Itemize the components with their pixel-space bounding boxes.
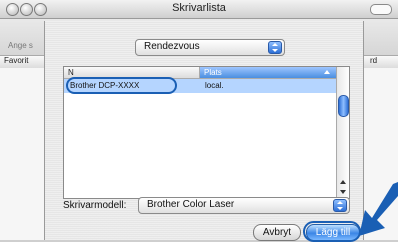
add-printer-sheet: Rendezvous N Plats Brother DCP-XXXX loca… xyxy=(44,21,364,242)
popup-arrows-icon xyxy=(268,41,282,54)
scroll-down-icon[interactable] xyxy=(340,190,346,194)
browser-type-popup[interactable]: Rendezvous xyxy=(135,39,285,56)
column-header-favorite[interactable]: Favorit xyxy=(4,56,28,65)
printer-table: N Plats Brother DCP-XXXX local. xyxy=(63,66,350,199)
scrollbar-thumb[interactable] xyxy=(338,95,349,117)
printer-model-label: Skrivarmodell: xyxy=(63,200,127,211)
column-header-location-label: Plats xyxy=(204,68,222,77)
printer-location-cell: local. xyxy=(205,81,224,90)
column-header-location[interactable]: Plats xyxy=(200,67,336,78)
column-header-kind[interactable]: rd xyxy=(370,56,377,65)
printer-model-value: Brother Color Laser xyxy=(147,199,235,210)
sort-ascending-icon xyxy=(324,70,330,74)
popup-arrows-icon xyxy=(333,199,347,212)
window-title: Skrivarlista xyxy=(172,2,226,14)
toolbar-label: Ange s xyxy=(8,41,33,50)
printer-highlight-callout xyxy=(66,77,177,94)
printer-model-popup[interactable]: Brother Color Laser xyxy=(138,197,350,214)
scroll-up-icon[interactable] xyxy=(340,180,346,184)
table-scrollbar[interactable] xyxy=(336,67,349,198)
title-bar: Skrivarlista xyxy=(0,0,398,19)
cancel-button[interactable]: Avbryt xyxy=(253,224,301,241)
toolbar-toggle-button[interactable] xyxy=(370,4,392,15)
browser-type-value: Rendezvous xyxy=(144,41,200,52)
add-button-callout xyxy=(303,221,361,242)
pointer-arrow-icon xyxy=(359,182,398,236)
